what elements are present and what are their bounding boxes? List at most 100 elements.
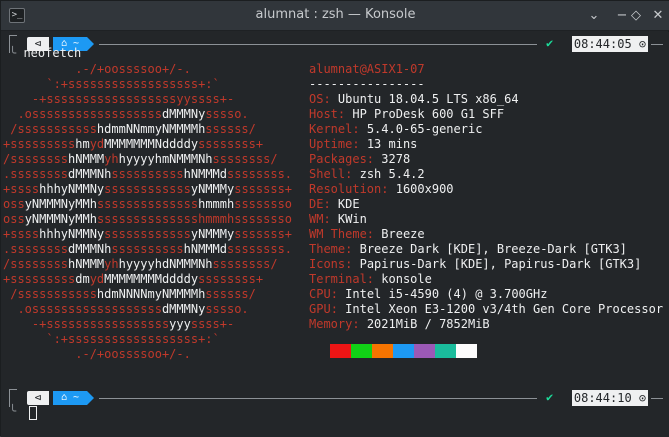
prompt-os-icon: ⊲ — [27, 391, 49, 405]
info-row: Uptime: 13 mins — [309, 137, 417, 152]
info-colon: : — [366, 227, 375, 241]
logo-segment: /sssssssssss — [3, 122, 97, 136]
color-palette — [330, 344, 477, 358]
logo-segment: sssso. — [205, 107, 249, 121]
logo-segment: /sssssssssss — [3, 287, 97, 301]
logo-segment: yNMMMy — [190, 227, 235, 241]
info-value: Papirus-Dark [KDE], Papirus-Dark [GTK3] — [359, 257, 642, 271]
prompt-time: 08:44:05 ⊙ — [572, 36, 648, 52]
info-row: Memory: 2021MiB / 7852MiB — [309, 317, 490, 332]
info-key: Packages — [309, 152, 367, 166]
logo-segment: yh — [104, 152, 119, 166]
logo-segment: dm — [75, 272, 90, 286]
info-colon: : — [330, 287, 338, 301]
color-swatch — [351, 344, 372, 358]
info-separator: ---------------- — [309, 77, 425, 91]
logo-segment: .-/+oossssoo+/-. — [3, 347, 191, 361]
logo-line: .-/+oossssoo+/-. — [3, 347, 191, 362]
logo-segment: yNMMMNyMMh — [24, 197, 97, 211]
logo-line: /ssssssssssshdmNNNNmyNMMMMhssssss/ — [3, 287, 256, 302]
info-key: GPU — [309, 302, 331, 316]
info-row: Kernel: 5.4.0-65-generic — [309, 122, 482, 137]
command-line-empty[interactable]: ╰ — [9, 404, 23, 419]
logo-segment: ssssssssss — [111, 242, 184, 256]
info-key: Kernel — [309, 122, 353, 136]
logo-segment: +sssssssss — [3, 137, 76, 151]
logo-segment: hNMMM — [68, 257, 105, 271]
info-value: KWin — [337, 212, 367, 226]
info-row: CPU: Intel i5-4590 (4) @ 3.700GHz — [309, 287, 547, 302]
info-row: Host: HP ProDesk 600 G1 SFF — [309, 107, 504, 122]
info-key: WM — [309, 212, 324, 226]
logo-segment: +ssss — [3, 182, 40, 196]
info-colon: : — [352, 122, 360, 136]
logo-segment: ssssss/ — [205, 287, 256, 301]
info-key: Theme — [309, 242, 346, 256]
logo-line: +sssshhhyNMMNyssssssssssssyNMMMysssssss+ — [3, 182, 292, 197]
info-colon: : — [330, 302, 338, 316]
info-key: Memory — [309, 317, 353, 331]
info-row: GPU: Intel Xeon E3-1200 v3/4th Gen Core … — [309, 302, 663, 317]
logo-segment: ssssss/ — [205, 122, 256, 136]
info-value: 1600x900 — [395, 182, 454, 196]
terminal-output[interactable]: ⊲ ⌂ ~ ✔ 08:44:05 ⊙ ╰ neofetch .-/+oossss… — [1, 32, 669, 437]
info-colon: : — [345, 167, 353, 181]
logo-segment: ssssssss/ — [212, 257, 278, 271]
logo-segment: ssss+- — [190, 317, 235, 331]
prompt-rule-end — [651, 398, 663, 399]
info-value: Intel Xeon E3-1200 v3/4th Gen Core Proce… — [345, 302, 664, 316]
info-value: 5.4.0-65-generic — [366, 122, 483, 136]
command-line: ╰ neofetch — [9, 46, 82, 60]
logo-line: ossyNMMMNyMMhsssssssssssssshmmmhssssssso — [3, 212, 292, 227]
prompt-status-check-icon: ✔ — [546, 390, 554, 404]
logo-segment: /ssssssss — [3, 257, 69, 271]
info-colon: : — [323, 197, 331, 211]
logo-segment: hNMMMd — [183, 242, 227, 256]
logo-line: `:+ssssssssssssssssss+:` — [3, 332, 219, 347]
prompt-rule — [99, 44, 537, 45]
info-key: Shell — [309, 167, 346, 181]
info-value: zsh 5.4.2 — [359, 167, 425, 181]
logo-segment: ssssssssss — [111, 167, 184, 181]
logo-segment: ssssssss+ — [198, 137, 264, 151]
color-swatch — [435, 344, 456, 358]
info-value: KDE — [337, 197, 360, 211]
logo-line: ossyNMMMNyMMhsssssssssssssshmmmhssssssso — [3, 197, 292, 212]
info-colon: : — [323, 212, 331, 226]
prompt-directory: ⌂ ~ — [53, 391, 87, 405]
info-value: Breeze Dark [KDE], Breeze-Dark [GTK3] — [359, 242, 627, 256]
close-button[interactable]: ✕ — [649, 7, 667, 25]
logo-segment: .ssssssss — [3, 242, 69, 256]
logo-segment: ssssssssssss — [104, 227, 191, 241]
prompt-time: 08:44:10 ⊙ — [572, 390, 648, 406]
info-colon: : — [323, 92, 331, 106]
logo-line: .ossssssssssssssssssdMMMNysssso. — [3, 302, 249, 317]
logo-line: .-/+oossssoo+/-. — [3, 62, 191, 77]
logo-segment: MMMMMMMNddddy — [104, 137, 199, 151]
logo-line: +ssssssssshmydMMMMMMMNddddyssssssss+ — [3, 137, 263, 152]
text-cursor — [29, 406, 37, 420]
title-bar[interactable]: >_ alumnat : zsh — Konsole ⌄ − ◇ ✕ — [1, 1, 669, 31]
maximize-button[interactable]: ◇ — [627, 7, 645, 25]
info-key: WM Theme — [309, 227, 367, 241]
prompt-rule — [99, 398, 537, 399]
logo-segment: sssso. — [205, 302, 249, 316]
logo-segment: -+ssssssssssssssssssyyssss+- — [3, 92, 235, 106]
info-row: WM: KWin — [309, 212, 367, 227]
prompt-status-check-icon: ✔ — [546, 36, 554, 50]
info-row: WM Theme: Breeze — [309, 227, 425, 242]
info-key: OS — [309, 92, 324, 106]
logo-line: /ssssssssssshdmmNNmmyNMMMMhssssss/ — [3, 122, 256, 137]
info-colon: : — [345, 242, 353, 256]
info-value: 2021MiB / 7852MiB — [366, 317, 490, 331]
info-value: Intel i5-4590 (4) @ 3.700GHz — [345, 287, 548, 301]
prompt-line-bottom: ⊲ ⌂ ~ ✔ 08:44:10 ⊙ — [9, 389, 663, 407]
logo-segment: sssssssssssssshmmmhssssssso — [96, 212, 293, 226]
logo-segment: hNMMMd — [183, 167, 227, 181]
logo-segment: dMMMNh — [68, 242, 112, 256]
info-row: Resolution: 1600x900 — [309, 182, 454, 197]
info-key: Uptime — [309, 137, 353, 151]
logo-segment: yyy — [169, 317, 191, 331]
info-colon: : — [345, 257, 353, 271]
window-menu-button[interactable]: ⌄ — [585, 7, 603, 25]
